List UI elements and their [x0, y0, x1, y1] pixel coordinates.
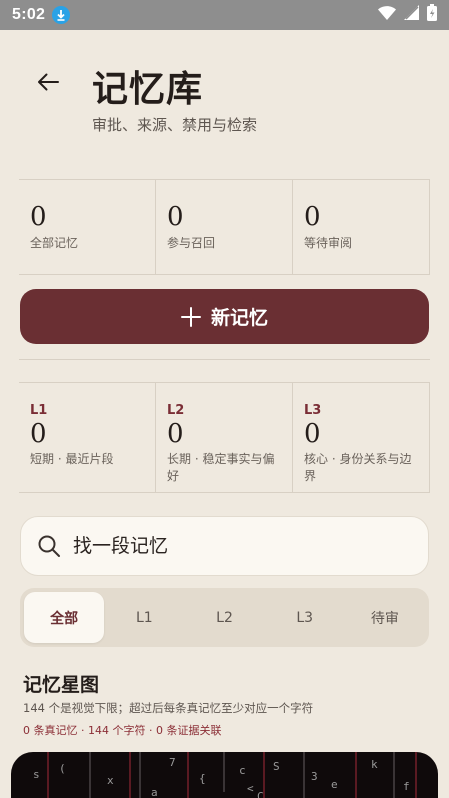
starmap-glyph: 7: [169, 756, 176, 769]
new-memory-label: 新记忆: [210, 307, 268, 329]
stat-value: 0: [30, 202, 47, 232]
arrow-left-icon: [38, 73, 59, 91]
status-bar: 5:02: [0, 0, 449, 30]
level-tag: L2: [167, 403, 185, 418]
stat-label: 全部记忆: [30, 236, 79, 250]
starmap-title: 记忆星图: [23, 674, 100, 696]
stat-total: 0 全部记忆: [19, 180, 155, 274]
page-title: 记忆库: [92, 69, 204, 110]
tab-l1[interactable]: L1: [104, 592, 184, 643]
download-icon: [52, 6, 71, 24]
starmap-glyph: e: [331, 778, 338, 791]
starmap-meta: 0 条真记忆 · 144 个字符 · 0 条证据关联: [23, 724, 222, 737]
starmap-canvas[interactable]: s ( x 7 { c < S 3 e k C a f: [11, 752, 438, 798]
stat-value: 0: [304, 202, 321, 232]
level-tag: L3: [304, 403, 322, 418]
level-count: 0: [304, 419, 321, 449]
tab-l2[interactable]: L2: [184, 592, 264, 643]
starmap-glyph: {: [199, 772, 206, 785]
wifi-icon: [378, 5, 396, 25]
starmap-streak: [129, 752, 131, 798]
starmap-glyph: 3: [311, 770, 318, 783]
starmap-streak: [187, 752, 189, 798]
tab-all[interactable]: 全部: [24, 592, 105, 643]
search-icon: [38, 535, 60, 557]
level-tag: L1: [30, 403, 48, 418]
stat-label: 参与召回: [167, 236, 216, 250]
divider: [19, 359, 430, 360]
level-desc: 核心 · 身份关系与边界: [304, 452, 412, 483]
plus-icon: [180, 306, 201, 327]
starmap-glyph: <: [247, 782, 254, 795]
stat-value: 0: [167, 202, 184, 232]
level-l2: L2 0 长期 · 稳定事实与偏好: [155, 383, 292, 492]
starmap-glyph: C: [257, 790, 264, 798]
level-count: 0: [167, 419, 184, 449]
starmap-glyph: k: [371, 758, 378, 771]
header: 记忆库 审批、来源、禁用与检索: [0, 56, 449, 146]
starmap-glyph: c: [239, 764, 246, 777]
signal-icon: [404, 5, 419, 25]
starmap-streak: [89, 752, 91, 798]
starmap-glyph: S: [273, 760, 280, 773]
filter-tabs: 全部 L1 L2 L3 待审: [20, 588, 429, 647]
stat-pending: 0 等待审阅: [292, 180, 430, 274]
new-memory-button[interactable]: 新记忆: [20, 289, 429, 344]
tab-pending[interactable]: 待审: [345, 592, 425, 643]
search-input[interactable]: [73, 535, 393, 557]
starmap-streak: [47, 752, 49, 798]
starmap-glyph: s: [33, 768, 40, 781]
starmap-description: 144 个是视觉下限；超过后每条真记忆至少对应一个字符: [23, 701, 314, 715]
starmap-glyph: x: [107, 774, 114, 787]
starmap-streak: [393, 752, 395, 798]
memory-levels: L1 0 短期 · 最近片段 L2 0 长期 · 稳定事实与偏好 L3 0 核心…: [19, 382, 430, 493]
level-count: 0: [30, 419, 47, 449]
starmap-glyph: f: [403, 780, 410, 793]
level-desc: 长期 · 稳定事实与偏好: [167, 452, 275, 483]
starmap-streak: [415, 752, 417, 798]
starmap-glyph: (: [59, 762, 66, 775]
search-bar: [20, 516, 429, 576]
starmap-streak: [139, 752, 141, 798]
starmap-streak: [223, 752, 225, 792]
level-desc: 短期 · 最近片段: [30, 452, 114, 466]
back-button[interactable]: [28, 62, 68, 102]
tab-l3[interactable]: L3: [265, 592, 345, 643]
stat-recall: 0 参与召回: [155, 180, 292, 274]
battery-icon: [427, 4, 437, 26]
starmap-streak: [355, 752, 357, 798]
level-l3: L3 0 核心 · 身份关系与边界: [292, 383, 430, 492]
memory-stats: 0 全部记忆 0 参与召回 0 等待审阅: [19, 179, 430, 275]
page-subtitle: 审批、来源、禁用与检索: [92, 116, 258, 134]
starmap-streak: [303, 752, 305, 798]
stat-label: 等待审阅: [304, 236, 353, 250]
starmap-glyph: a: [151, 786, 158, 798]
status-time: 5:02: [12, 6, 46, 23]
level-l1: L1 0 短期 · 最近片段: [19, 383, 155, 492]
